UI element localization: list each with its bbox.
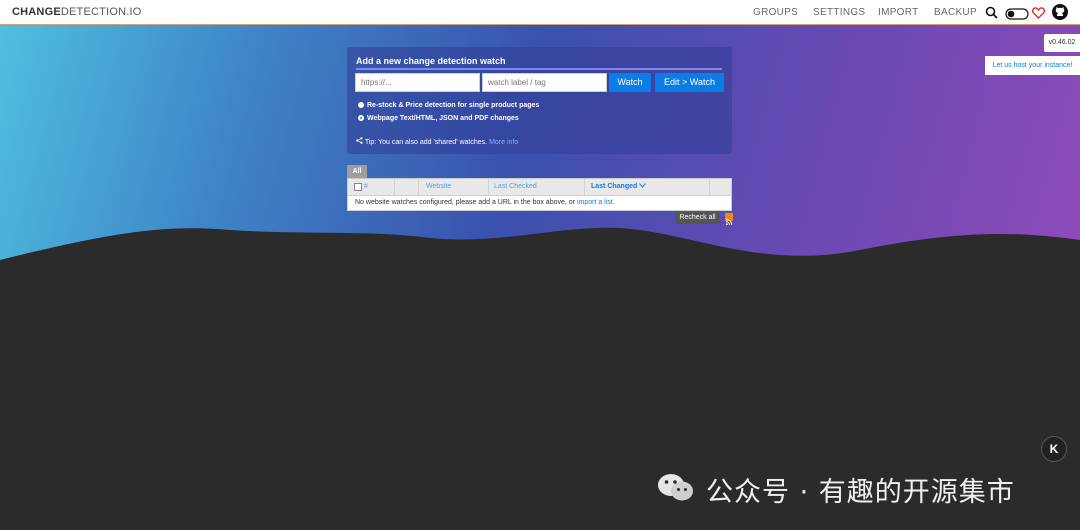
nav-groups[interactable]: GROUPS bbox=[753, 7, 798, 18]
select-all-checkbox[interactable] bbox=[354, 183, 362, 191]
nav-settings[interactable]: SETTINGS bbox=[813, 7, 865, 18]
logo[interactable]: CHANGEDETECTION.IO bbox=[12, 6, 142, 18]
radio-webpage[interactable] bbox=[358, 115, 364, 122]
version-label: v0.46.02 bbox=[1044, 34, 1080, 52]
url-input[interactable] bbox=[355, 73, 480, 92]
import-list-link[interactable]: import a list bbox=[577, 199, 613, 206]
search-icon[interactable] bbox=[985, 6, 998, 24]
top-navbar: CHANGEDETECTION.IO GROUPS SETTINGS IMPOR… bbox=[0, 0, 1080, 25]
tip: Tip: You can also add 'shared' watches. … bbox=[356, 137, 518, 146]
add-watch-panel: Add a new change detection watch Watch E… bbox=[347, 47, 732, 154]
tag-input[interactable] bbox=[482, 73, 607, 92]
k-logo-icon[interactable]: K bbox=[1041, 436, 1067, 462]
recheck-all-button[interactable]: Recheck all bbox=[675, 212, 720, 224]
watermark-text: 公众号 · 有趣的开源集市 bbox=[706, 477, 1015, 508]
theme-toggle-icon[interactable] bbox=[1005, 7, 1029, 25]
watch-table: # Website Last Checked Last Changed No w… bbox=[347, 178, 732, 211]
more-info-link[interactable]: More info bbox=[489, 139, 518, 146]
edit-watch-button[interactable]: Edit > Watch bbox=[655, 73, 724, 92]
form-title: Add a new change detection watch bbox=[356, 56, 506, 66]
host-instance-link[interactable]: Let us host your instance! bbox=[985, 56, 1080, 75]
watch-button[interactable]: Watch bbox=[609, 73, 651, 92]
col-last-checked[interactable]: Last Checked bbox=[494, 183, 537, 190]
tab-all[interactable]: All bbox=[347, 165, 367, 178]
nav-import[interactable]: IMPORT bbox=[878, 7, 919, 18]
github-icon[interactable] bbox=[1052, 4, 1068, 25]
option-webpage[interactable]: Webpage Text/HTML, JSON and PDF changes bbox=[358, 115, 519, 122]
wechat-icon bbox=[658, 474, 693, 501]
option-restock[interactable]: Re-stock & Price detection for single pr… bbox=[358, 102, 539, 109]
col-last-changed[interactable]: Last Changed bbox=[591, 183, 647, 190]
heart-icon[interactable] bbox=[1032, 6, 1045, 24]
chevron-down-icon bbox=[639, 183, 647, 188]
table-header: # Website Last Checked Last Changed bbox=[348, 179, 731, 196]
empty-message: No website watches configured, please ad… bbox=[355, 199, 615, 206]
title-divider bbox=[356, 68, 722, 70]
nav-backup[interactable]: BACKUP bbox=[934, 7, 977, 18]
col-number[interactable]: # bbox=[364, 183, 368, 190]
rss-icon[interactable] bbox=[725, 213, 733, 226]
radio-restock[interactable] bbox=[358, 102, 364, 109]
share-icon bbox=[356, 137, 365, 146]
col-website[interactable]: Website bbox=[426, 183, 451, 190]
